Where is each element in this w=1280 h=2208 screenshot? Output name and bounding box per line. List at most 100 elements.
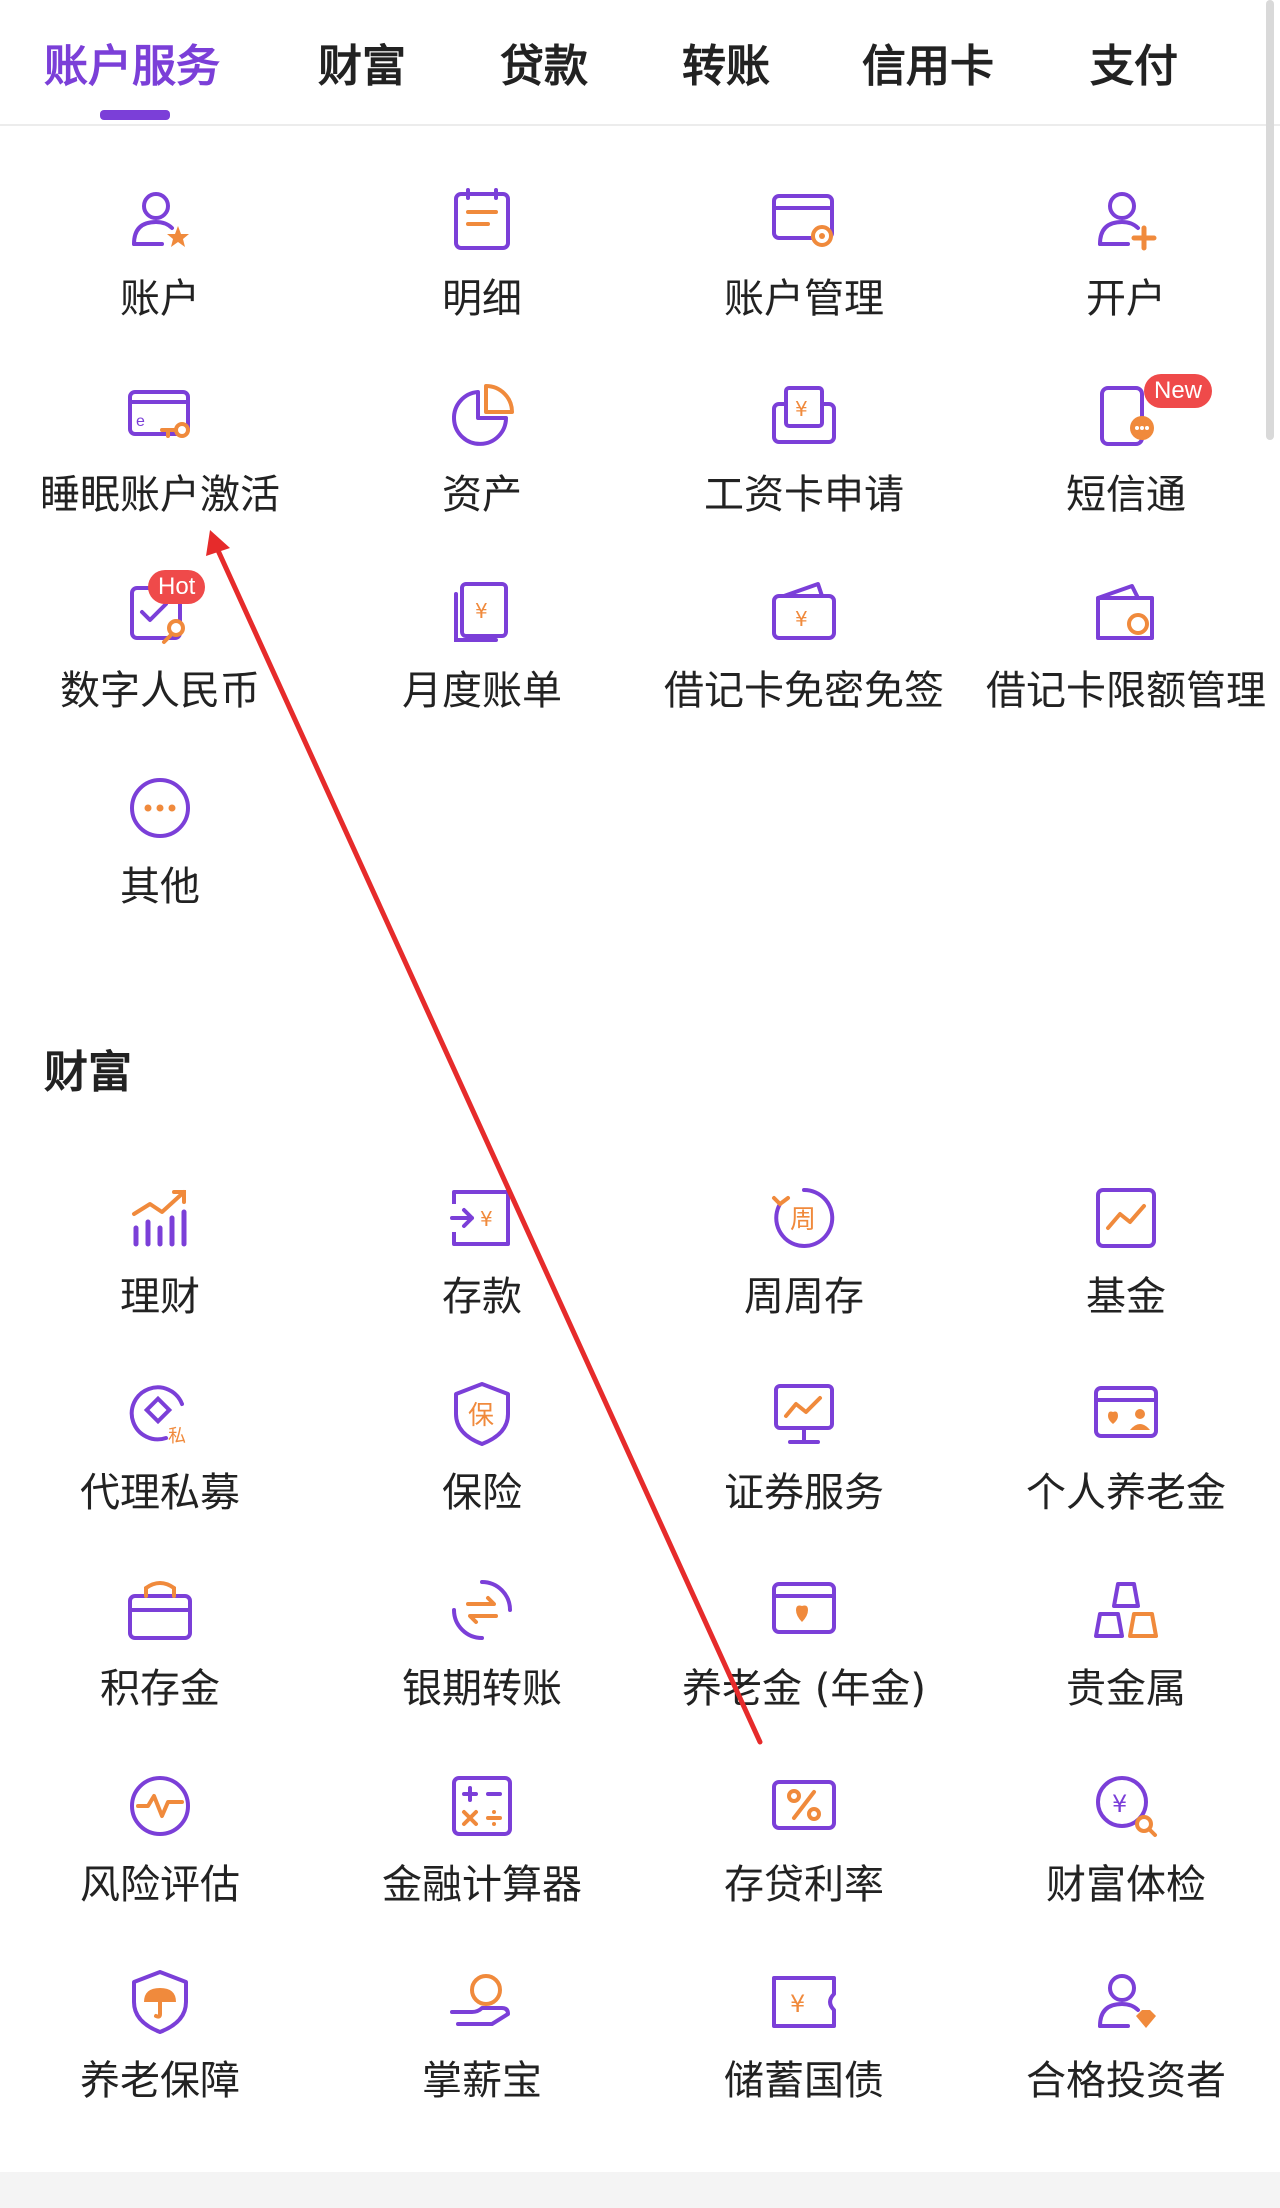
wallet-limit-icon xyxy=(1096,584,1154,640)
wealth-item-annuity[interactable]: 养老金 (年金) xyxy=(644,1576,964,1766)
service-account-management[interactable]: 账户管理 xyxy=(644,186,964,376)
svg-text:e: e xyxy=(136,413,145,430)
item-label: 其他 xyxy=(120,864,200,910)
svg-text:¥: ¥ xyxy=(790,1990,805,2018)
wealth-item-wealth-check[interactable]: ¥ 财富体检 xyxy=(966,1772,1280,1962)
item-label: 存贷利率 xyxy=(724,1862,884,1908)
svg-text:¥: ¥ xyxy=(795,607,808,631)
wealth-item-qualified-investor[interactable]: 合格投资者 xyxy=(966,1968,1280,2158)
service-dormant-activation[interactable]: e 睡眠账户激活 xyxy=(0,382,320,572)
service-other[interactable]: 其他 xyxy=(0,774,320,964)
wealth-item-savings-bonds[interactable]: ¥ 储蓄国债 xyxy=(644,1968,964,2158)
wealth-item-personal-pension[interactable]: 个人养老金 xyxy=(966,1380,1280,1570)
document-list-icon xyxy=(454,188,510,250)
wealth-item-bank-futures[interactable]: 银期转账 xyxy=(322,1576,642,1766)
svg-text:周: 周 xyxy=(790,1205,816,1235)
wealth-item-risk-assessment[interactable]: 风险评估 xyxy=(0,1772,320,1962)
item-label: 开户 xyxy=(1086,276,1166,322)
wealth-item-weekly[interactable]: 周 周周存 xyxy=(644,1184,964,1374)
hand-coin-icon xyxy=(450,1974,510,2026)
item-label: 睡眠账户激活 xyxy=(40,472,280,518)
svg-text:保: 保 xyxy=(468,1401,494,1431)
wealth-item-precious-metals[interactable]: 贵金属 xyxy=(966,1576,1280,1766)
service-assets[interactable]: 资产 xyxy=(322,382,642,572)
card-yuan-icon: ¥ xyxy=(772,582,836,640)
item-label: 短信通 xyxy=(1066,472,1186,518)
item-label: 基金 xyxy=(1086,1274,1166,1320)
tab-account-services[interactable]: 账户服务 xyxy=(44,30,220,94)
item-label: 财富体检 xyxy=(1046,1862,1206,1908)
item-label: 养老金 (年金) xyxy=(682,1666,926,1712)
fund-chart-icon xyxy=(1096,1188,1156,1248)
service-debit-limit[interactable]: 借记卡限额管理 xyxy=(966,578,1280,768)
item-label: 资产 xyxy=(442,472,522,518)
item-label: 周周存 xyxy=(744,1274,864,1320)
user-add-icon xyxy=(1098,192,1157,251)
wealth-item-pension-security[interactable]: 养老保障 xyxy=(0,1968,320,2158)
pie-chart-icon xyxy=(452,384,514,446)
category-tab-bar: 账户服务 财富 贷款 转账 信用卡 支付 xyxy=(0,0,1280,126)
wealth-item-securities[interactable]: 证券服务 xyxy=(644,1380,964,1570)
service-account[interactable]: 账户 xyxy=(0,186,320,376)
item-label: 借记卡限额管理 xyxy=(986,668,1266,714)
service-details[interactable]: 明细 xyxy=(322,186,642,376)
exchange-icon xyxy=(452,1580,512,1640)
wealth-item-financing[interactable]: 理财 xyxy=(0,1184,320,1374)
tab-loans[interactable]: 贷款 xyxy=(500,30,588,94)
item-label: 个人养老金 xyxy=(1026,1470,1226,1516)
card-key-icon: e xyxy=(128,390,190,438)
wealth-item-private-fund[interactable]: 私 代理私募 xyxy=(0,1380,320,1570)
percent-card-icon xyxy=(772,1780,836,1830)
wealth-item-deposit[interactable]: ¥ 存款 xyxy=(322,1184,642,1374)
wealth-item-fund[interactable]: 基金 xyxy=(966,1184,1280,1374)
service-debit-passwordless[interactable]: ¥ 借记卡免密免签 xyxy=(644,578,964,768)
item-label: 贵金属 xyxy=(1066,1666,1186,1712)
heart-card-icon xyxy=(772,1582,836,1634)
item-label: 理财 xyxy=(120,1274,200,1320)
user-star-icon xyxy=(132,192,189,247)
card-gear-icon xyxy=(772,194,834,247)
item-label: 账户 xyxy=(120,276,200,322)
service-open-account[interactable]: 开户 xyxy=(966,186,1280,376)
tab-transfer[interactable]: 转账 xyxy=(682,30,770,94)
salary-card-icon: ¥ xyxy=(772,386,836,444)
item-label: 借记卡免密免签 xyxy=(664,668,944,714)
service-digital-rmb[interactable]: Hot 数字人民币 xyxy=(0,570,320,768)
weekly-deposit-icon: 周 xyxy=(772,1187,835,1248)
service-sms[interactable]: New 短信通 xyxy=(966,374,1280,572)
item-label: 积存金 xyxy=(100,1666,220,1712)
item-label: 明细 xyxy=(442,276,522,322)
service-monthly-bill[interactable]: ¥ 月度账单 xyxy=(322,578,642,768)
item-label: 存款 xyxy=(442,1274,522,1320)
item-label: 证券服务 xyxy=(724,1470,884,1516)
service-salary-card[interactable]: ¥ 工资卡申请 xyxy=(644,382,964,572)
bar-growth-icon xyxy=(132,1190,187,1247)
tab-wealth[interactable]: 财富 xyxy=(318,30,406,94)
calculator-icon xyxy=(452,1776,512,1836)
svg-text:¥: ¥ xyxy=(1112,1790,1127,1818)
item-label: 合格投资者 xyxy=(1026,2058,1226,2104)
insurance-shield-icon: 保 xyxy=(454,1382,510,1446)
svg-text:¥: ¥ xyxy=(475,599,488,623)
item-label: 掌薪宝 xyxy=(422,2058,542,2104)
svg-text:¥: ¥ xyxy=(795,397,808,421)
item-label: 账户管理 xyxy=(724,276,884,322)
risk-wave-icon xyxy=(130,1776,190,1836)
umbrella-shield-icon xyxy=(132,1970,188,2034)
item-label: 工资卡申请 xyxy=(704,472,904,518)
securities-monitor-icon xyxy=(774,1384,834,1444)
item-label: 数字人民币 xyxy=(60,668,260,714)
tab-credit-card[interactable]: 信用卡 xyxy=(862,30,994,94)
item-label: 风险评估 xyxy=(80,1862,240,1908)
wealth-item-gold-accumulation[interactable]: 积存金 xyxy=(0,1576,320,1766)
wealth-item-interest-rates[interactable]: 存贷利率 xyxy=(644,1772,964,1962)
more-icon xyxy=(130,778,190,838)
wealth-item-salary-treasure[interactable]: 掌薪宝 xyxy=(322,1968,642,2158)
new-badge: New xyxy=(1144,374,1213,408)
wealth-item-insurance[interactable]: 保 保险 xyxy=(322,1380,642,1570)
tab-payment[interactable]: 支付 xyxy=(1090,30,1178,94)
wealth-item-calculator[interactable]: 金融计算器 xyxy=(322,1772,642,1962)
item-label: 月度账单 xyxy=(402,668,562,714)
item-label: 储蓄国债 xyxy=(724,2058,884,2104)
bond-ticket-icon: ¥ xyxy=(772,1976,836,2028)
